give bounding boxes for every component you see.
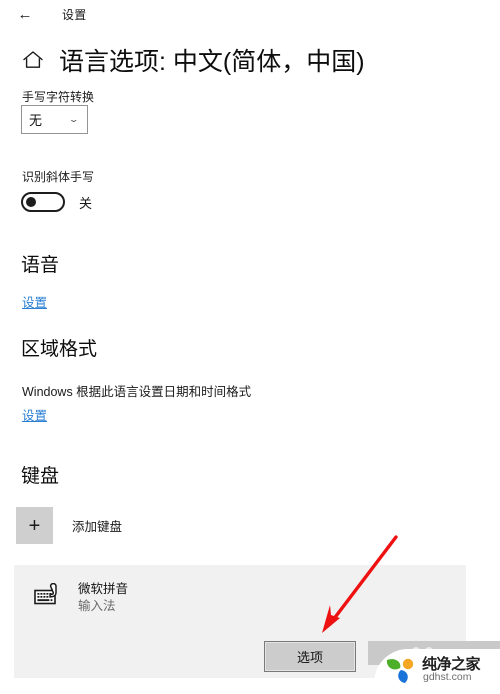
- keyboard-options-label: 选项: [296, 650, 323, 665]
- region-format-description: Windows 根据此语言设置日期和时间格式: [22, 385, 252, 399]
- handwriting-conversion-dropdown[interactable]: 无 ⌄: [21, 105, 88, 134]
- cursive-recognition-state: 关: [79, 195, 93, 211]
- list-item[interactable]: 微软拼音 输入法: [14, 565, 466, 615]
- region-format-settings-link[interactable]: 设置: [22, 405, 47, 424]
- handwriting-conversion-value: 无: [29, 113, 43, 128]
- toggle-knob: [26, 197, 36, 207]
- speech-section-heading: 语音: [21, 255, 60, 276]
- back-button[interactable]: ←: [6, 1, 44, 27]
- region-format-section-heading: 区域格式: [21, 339, 98, 360]
- home-icon[interactable]: [20, 47, 46, 73]
- cursive-recognition-label: 识别斜体手写: [22, 170, 95, 184]
- plus-icon: +: [16, 507, 53, 544]
- watermark-url: gdhst.com: [423, 671, 472, 683]
- keyboard-item-name: 微软拼音: [78, 582, 129, 596]
- chevron-down-icon: ⌄: [68, 114, 80, 124]
- titlebar-title: 设置: [62, 7, 87, 22]
- add-keyboard-button[interactable]: + 添加键盘: [16, 507, 122, 544]
- keyboard-options-button[interactable]: 选项: [264, 641, 356, 672]
- page-header: 语言选项: 中文(简体，中国): [20, 42, 365, 78]
- keyboard-section-heading: 键盘: [21, 466, 60, 487]
- keyboard-ime-icon: [34, 583, 64, 609]
- settings-language-options-page: ← 设置 语言选项: 中文(简体，中国) 手写字符转换 无 ⌄ 识别斜体手写 关…: [0, 0, 500, 694]
- speech-settings-link[interactable]: 设置: [22, 292, 47, 311]
- page-title: 语言选项: 中文(简体，中国): [59, 48, 365, 76]
- keyboard-item-subtitle: 输入法: [78, 598, 116, 613]
- handwriting-conversion-label: 手写字符转换: [22, 90, 95, 104]
- add-keyboard-label: 添加键盘: [72, 520, 123, 534]
- watermark: 纯净之家 gdhst.com: [368, 641, 500, 694]
- window-titlebar: ← 设置: [0, 0, 500, 28]
- cursive-recognition-toggle-row[interactable]: 关: [21, 192, 92, 212]
- arrow-left-icon: ←: [17, 5, 33, 23]
- keyboard-item-text: 微软拼音 输入法: [78, 581, 128, 615]
- cursive-recognition-toggle[interactable]: [21, 192, 65, 212]
- watermark-logo-icon: [384, 654, 418, 686]
